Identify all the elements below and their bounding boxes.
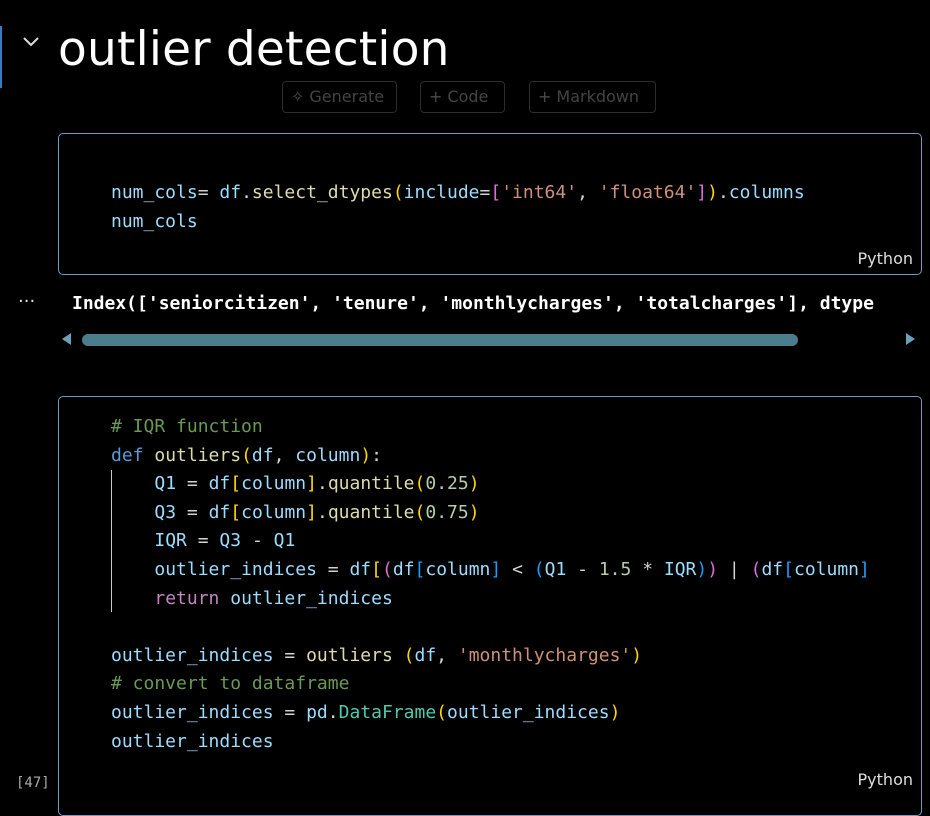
execution-count: [47]: [16, 775, 50, 791]
code-line[interactable]: outlier_indices = df[(df[column] < (Q1 -…: [111, 559, 870, 580]
code-line[interactable]: # convert to dataframe: [111, 673, 349, 694]
code-cell-1[interactable]: Python: [58, 133, 922, 275]
sparkle-icon: ✧: [291, 87, 305, 106]
code-line[interactable]: IQR = Q3 - Q1: [111, 530, 295, 551]
scroll-right-arrow[interactable]: [906, 333, 915, 345]
code-line[interactable]: num_cols: [111, 211, 198, 232]
code-line[interactable]: num_cols= df.select_dtypes(include=['int…: [111, 182, 805, 203]
markdown-heading: outlier detection: [58, 22, 450, 77]
code-line[interactable]: outlier_indices = outliers (df, 'monthly…: [111, 645, 642, 666]
code-line[interactable]: def outliers(df, column):: [111, 445, 382, 466]
cell-language-label[interactable]: Python: [858, 249, 913, 268]
code-line[interactable]: outlier_indices = pd.DataFrame(outlier_i…: [111, 702, 620, 723]
add-markdown-cell-button[interactable]: + Markdown: [529, 81, 656, 113]
code-line[interactable]: return outlier_indices: [111, 588, 392, 609]
cell-output-text: Index(['seniorcitizen', 'tenure', 'month…: [72, 293, 874, 314]
chevron-down-icon[interactable]: [20, 30, 42, 52]
code-line[interactable]: # IQR function: [111, 416, 263, 437]
scroll-left-arrow[interactable]: [62, 333, 71, 345]
generate-button[interactable]: ✧ Generate: [282, 81, 397, 113]
plus-icon: +: [429, 87, 443, 106]
code-label: Code: [447, 87, 489, 106]
horizontal-scrollbar-thumb[interactable]: [82, 334, 798, 346]
generate-label: Generate: [309, 87, 385, 106]
cell-language-label[interactable]: Python: [858, 770, 913, 789]
code-line[interactable]: Q3 = df[column].quantile(0.75): [111, 502, 479, 523]
code-line[interactable]: outlier_indices: [111, 731, 274, 752]
code-line[interactable]: Q1 = df[column].quantile(0.25): [111, 473, 479, 494]
markdown-label: Markdown: [556, 87, 640, 106]
plus-icon: +: [538, 87, 552, 106]
cell-focus-bar: [0, 26, 2, 88]
output-more-button[interactable]: ...: [18, 286, 35, 307]
add-code-cell-button[interactable]: + Code: [420, 81, 505, 113]
